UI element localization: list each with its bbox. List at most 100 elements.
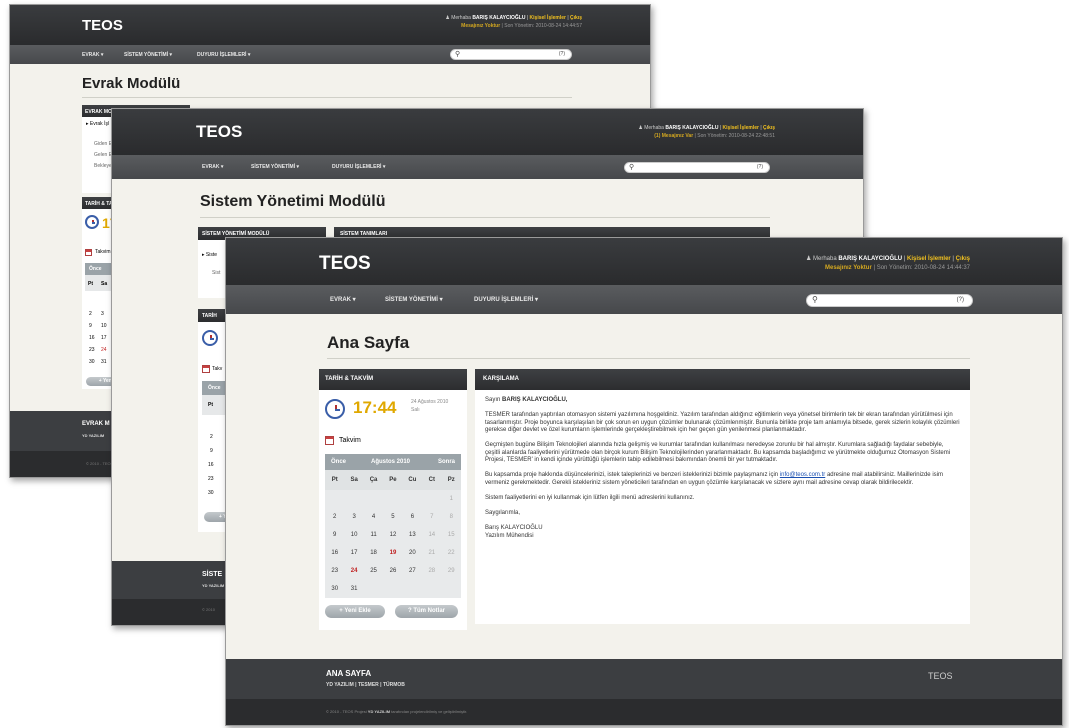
signer-title: Yazılım Mühendisi <box>485 532 534 539</box>
calendar-day[interactable]: 9 <box>325 526 344 544</box>
calendar-day[interactable]: 2 <box>325 508 344 526</box>
calendar-day[interactable]: 10 <box>344 526 363 544</box>
cal-prev[interactable]: Önce <box>208 385 221 391</box>
day[interactable]: 23 <box>208 476 214 482</box>
calendar-day[interactable]: 23 <box>325 562 344 580</box>
calendar-day[interactable]: 19 <box>383 544 402 562</box>
footer-links[interactable]: YD YAZILIM <box>82 433 104 438</box>
calendar-day[interactable]: 16 <box>325 544 344 562</box>
personal-link[interactable]: Kişisel İşlemler <box>723 125 759 131</box>
calendar-label: Takv <box>212 366 223 372</box>
magnifier-icon: ⚲ <box>455 51 461 58</box>
day[interactable]: 10 <box>101 323 107 329</box>
footer-links[interactable]: YD YAZILIM <box>202 583 224 588</box>
day[interactable]: 3 <box>101 311 104 317</box>
calendar-day[interactable]: 22 <box>442 544 461 562</box>
page-title: Sistem Yönetimi Modülü <box>200 193 386 210</box>
logo[interactable]: TEOS <box>319 253 371 275</box>
nav-sistem[interactable]: SİSTEM YÖNETİMİ ▾ <box>251 164 299 170</box>
calendar-day[interactable]: 3 <box>344 508 363 526</box>
calendar-day[interactable]: 25 <box>364 562 383 580</box>
nav-duyuru[interactable]: DUYURU İŞLEMLERİ ▾ <box>474 296 538 303</box>
day[interactable]: 30 <box>89 359 95 365</box>
weekday-label: Pz <box>447 477 455 483</box>
day[interactable]: 30 <box>208 490 214 496</box>
calendar-day[interactable]: 6 <box>403 508 422 526</box>
email-link[interactable]: info@teos.com.tr <box>780 472 825 478</box>
calendar-day[interactable]: 20 <box>403 544 422 562</box>
day[interactable]: 9 <box>210 448 213 454</box>
magnifier-icon: ⚲ <box>812 295 818 304</box>
search-input[interactable]: ⚲ (?) <box>624 162 770 173</box>
search-help[interactable]: (?) <box>757 164 763 170</box>
day[interactable]: 9 <box>89 323 92 329</box>
calendar-day[interactable]: 31 <box>344 580 363 598</box>
calendar-day[interactable]: 12 <box>383 526 402 544</box>
nav-duyuru[interactable]: DUYURU İŞLEMLERİ ▾ <box>197 52 250 58</box>
calendar-day[interactable]: 30 <box>325 580 344 598</box>
calendar-icon <box>202 365 210 373</box>
nav-evrak[interactable]: EVRAK ▾ <box>202 164 223 170</box>
calendar-day[interactable]: 24 <box>344 562 363 580</box>
logout-link[interactable]: Çıkış <box>570 15 582 21</box>
logo[interactable]: TEOS <box>196 122 242 142</box>
nav-sistem[interactable]: SİSTEM YÖNETİMİ ▾ <box>385 296 443 303</box>
footer-links[interactable]: YD YAZILIM | TESMER | TÜRMOB <box>326 682 405 688</box>
calendar-day[interactable]: 18 <box>364 544 383 562</box>
search-input[interactable]: ⚲ (?) <box>806 294 973 307</box>
new-note-button[interactable]: + Yeni Ekle <box>325 605 385 618</box>
welcome-panel-body: Sayın BARIŞ KALAYCIOĞLU, TESMER tarafınd… <box>475 390 970 624</box>
day[interactable]: 16 <box>208 462 214 468</box>
calendar-day[interactable]: 7 <box>422 508 441 526</box>
logo[interactable]: TEOS <box>82 17 123 34</box>
nav-evrak[interactable]: EVRAK ▾ <box>82 52 103 58</box>
front-window: TEOS ♟ Merhaba BARIŞ KALAYCIOĞLU | Kişis… <box>225 237 1063 726</box>
clock-icon <box>202 330 218 346</box>
calendar-label: Takvim <box>95 249 111 255</box>
calendar-day <box>383 580 402 598</box>
search-help[interactable]: (?) <box>559 51 565 57</box>
page-title: Evrak Modülü <box>82 75 181 92</box>
personal-link[interactable]: Kişisel İşlemler <box>907 256 951 262</box>
search-input[interactable]: ⚲ (?) <box>450 49 572 60</box>
logout-link[interactable]: Çıkış <box>956 256 970 262</box>
day[interactable]: 2 <box>210 434 213 440</box>
calendar-day[interactable]: 11 <box>364 526 383 544</box>
calendar-day[interactable]: 14 <box>422 526 441 544</box>
cal-prev[interactable]: Önce <box>89 266 102 272</box>
weekday-label: Ct <box>428 477 435 483</box>
calendar-day[interactable]: 8 <box>442 508 461 526</box>
nav-duyuru[interactable]: DUYURU İŞLEMLERİ ▾ <box>332 164 385 170</box>
nav-evrak[interactable]: EVRAK ▾ <box>330 296 356 303</box>
nav-sistem[interactable]: SİSTEM YÖNETİMİ ▾ <box>124 52 172 58</box>
calendar-day[interactable]: 29 <box>442 562 461 580</box>
calendar-day[interactable]: 5 <box>383 508 402 526</box>
calendar-day[interactable]: 26 <box>383 562 402 580</box>
date-panel-header: TARİH & TAKVİM <box>319 369 467 390</box>
calendar-day[interactable]: 27 <box>403 562 422 580</box>
calendar-day[interactable]: 4 <box>364 508 383 526</box>
all-notes-button[interactable]: ? Tüm Notlar <box>395 605 458 618</box>
calendar-day[interactable]: 13 <box>403 526 422 544</box>
calendar-week: 23 24 25 26 27 28 29 <box>325 562 461 580</box>
weekday-label: Pt <box>331 477 338 483</box>
day[interactable]: 17 <box>101 335 107 341</box>
calendar-day[interactable]: 21 <box>422 544 441 562</box>
calendar-day[interactable]: 1 <box>442 490 461 508</box>
cal-prev-button[interactable]: Önce <box>331 459 346 465</box>
day[interactable]: 24 <box>101 347 107 353</box>
personal-link[interactable]: Kişisel İşlemler <box>530 15 566 21</box>
day[interactable]: 31 <box>101 359 107 365</box>
day[interactable]: 23 <box>89 347 95 353</box>
user-bar: ♟ Merhaba BARIŞ KALAYCIOĞLU | Kişisel İş… <box>805 256 970 271</box>
calendar-week: 30 31 <box>325 580 461 598</box>
day[interactable]: 16 <box>89 335 95 341</box>
calendar-day[interactable]: 15 <box>442 526 461 544</box>
weekday: Pt <box>208 402 213 408</box>
calendar-day[interactable]: 28 <box>422 562 441 580</box>
logout-link[interactable]: Çıkış <box>763 125 775 131</box>
cal-next-button[interactable]: Sonra <box>438 459 455 465</box>
calendar-day[interactable]: 17 <box>344 544 363 562</box>
search-help[interactable]: (?) <box>957 297 964 303</box>
day[interactable]: 2 <box>89 311 92 317</box>
